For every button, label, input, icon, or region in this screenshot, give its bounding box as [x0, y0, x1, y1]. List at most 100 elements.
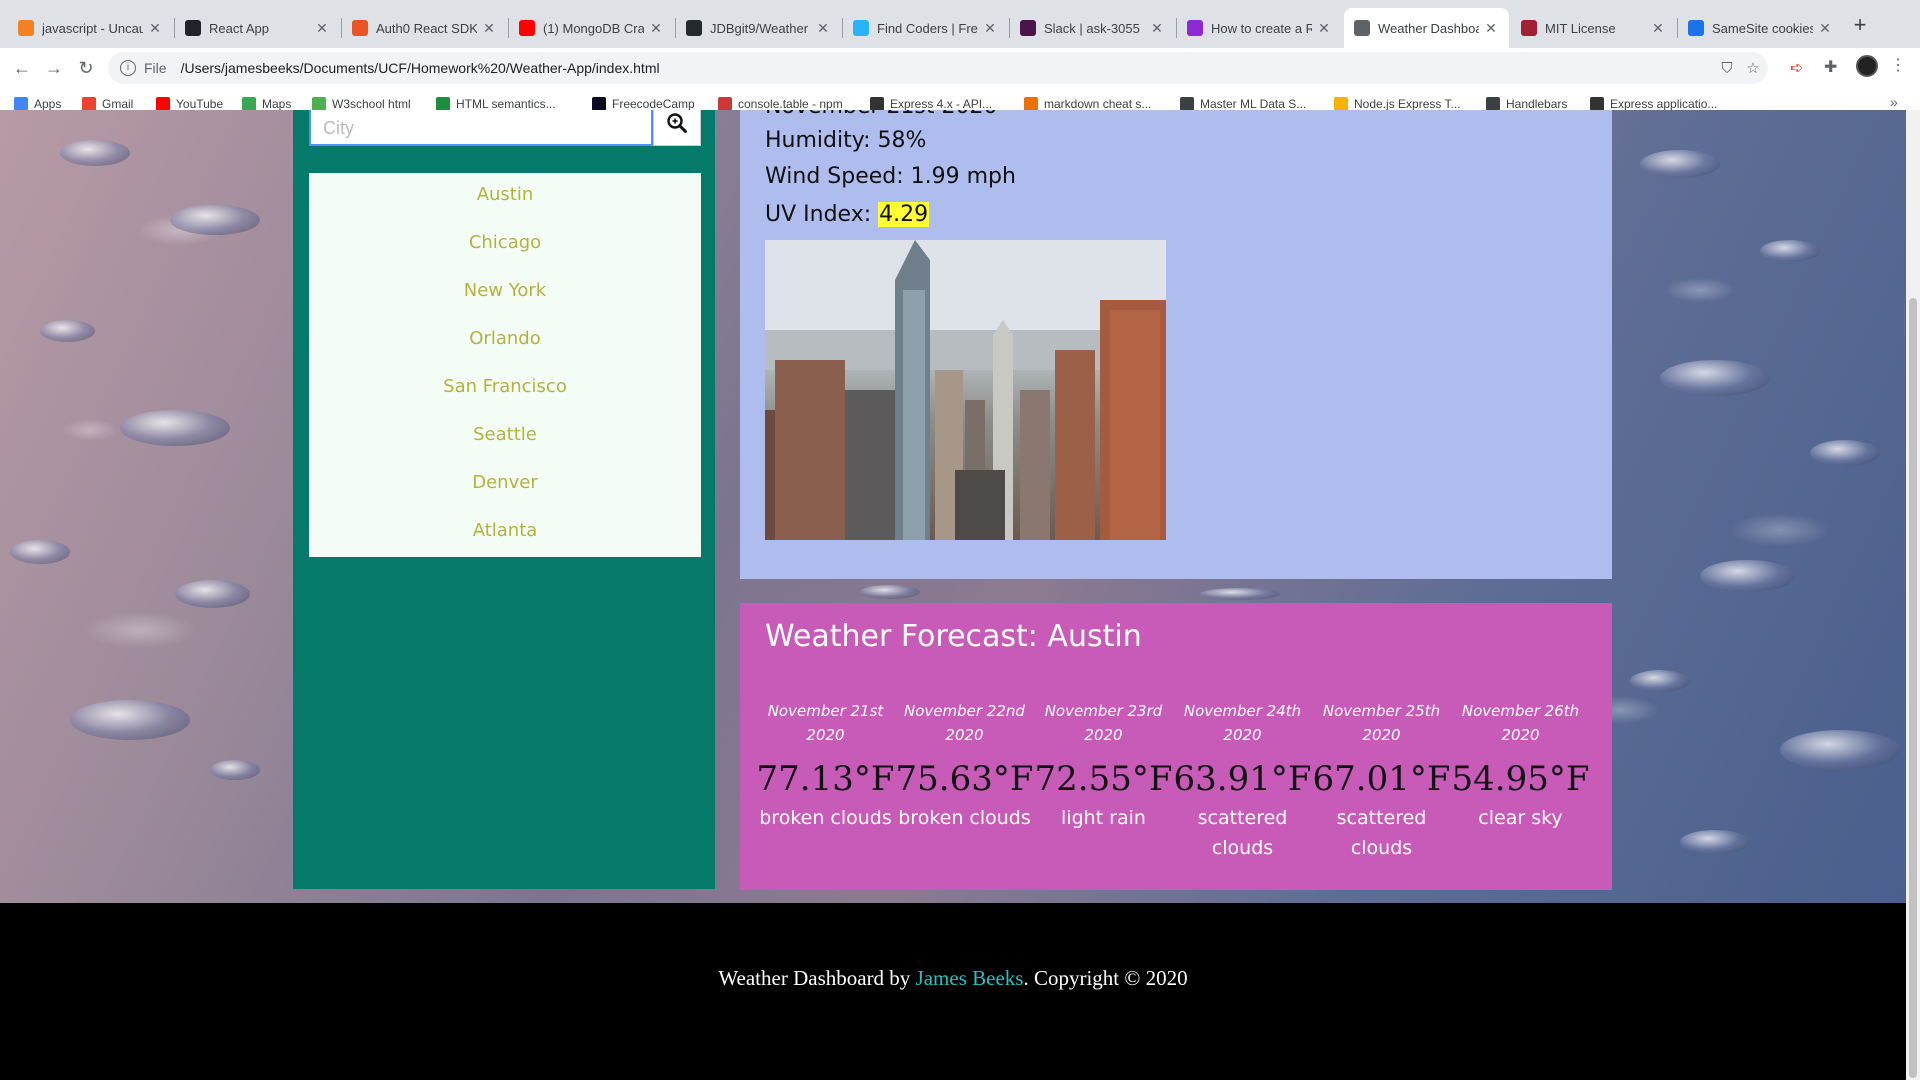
forward-icon[interactable]: → [42, 56, 66, 80]
npm-icon [718, 97, 732, 111]
close-tab-icon[interactable]: ✕ [314, 20, 330, 37]
youtube-icon [519, 20, 535, 36]
close-tab-icon[interactable]: ✕ [1483, 20, 1499, 37]
forecast-day-card: November 26th 2020 54.95°F clear sky [1451, 699, 1590, 833]
more-bookmarks-icon[interactable]: » [1890, 94, 1898, 110]
markdown-icon [1024, 97, 1038, 111]
city-item-seattle[interactable]: Seattle [309, 424, 701, 445]
browser-tab[interactable]: Find Coders | Free ✕ [843, 8, 1008, 48]
shield-icon[interactable]: ⛉ [1718, 60, 1736, 78]
html-icon [436, 97, 450, 111]
forecast-date: November 23rd 2020 [1044, 702, 1163, 744]
reload-icon[interactable]: ↻ [74, 56, 98, 80]
close-tab-icon[interactable]: ✕ [648, 20, 664, 37]
tab-title: JDBgit9/Weather [710, 20, 809, 36]
react-icon [185, 20, 201, 36]
bookmark-star-icon[interactable]: ☆ [1744, 60, 1762, 78]
freecodecamp-icon [592, 97, 606, 111]
city-skyline-photo [765, 240, 1166, 540]
forecast-temperature: 72.55°F [1034, 759, 1173, 799]
city-search-input[interactable] [309, 110, 653, 146]
close-tab-icon[interactable]: ✕ [1149, 20, 1165, 37]
browser-tab-strip: javascript - Uncau ✕ React App ✕ Auth0 React… [0, 0, 1920, 48]
forecast-day-card: November 22nd 2020 75.63°F broken clouds [895, 699, 1034, 833]
forecast-day-card: November 24th 2020 63.91°F scattered clo… [1173, 699, 1312, 863]
close-tab-icon[interactable]: ✕ [1316, 20, 1332, 37]
close-tab-icon[interactable]: ✕ [1650, 20, 1666, 37]
site-info-icon[interactable]: i [120, 60, 136, 76]
gmail-icon [82, 97, 96, 111]
bookmark-icon [1334, 97, 1348, 111]
bookmark-label: Express applicatio... [1610, 97, 1718, 111]
current-date: November 21st 2020 [765, 110, 998, 119]
browser-tab[interactable]: (1) MongoDB Cras ✕ [509, 8, 674, 48]
city-item-denver[interactable]: Denver [309, 472, 701, 493]
close-tab-icon[interactable]: ✕ [1817, 20, 1833, 37]
forecast-date: November 21st 2020 [767, 702, 884, 744]
extensions-puzzle-icon[interactable]: ✚ [1824, 57, 1837, 77]
forecast-day-card: November 23rd 2020 72.55°F light rain [1034, 699, 1173, 833]
tab-title: Slack | ask-3055 [1044, 20, 1140, 36]
pt-icon [1187, 20, 1203, 36]
slack-icon [1020, 20, 1036, 36]
tab-title: Find Coders | Free [877, 20, 978, 36]
browser-tab[interactable]: SameSite cookies ✕ [1678, 8, 1843, 48]
close-tab-icon[interactable]: ✕ [982, 20, 998, 37]
close-tab-icon[interactable]: ✕ [147, 20, 163, 37]
bookmark-label: FreecodeCamp [612, 97, 695, 111]
new-tab-button[interactable]: + [1846, 12, 1874, 40]
forecast-panel: Weather Forecast: Austin November 21st 2… [740, 603, 1612, 890]
city-item-atlanta[interactable]: Atlanta [309, 520, 701, 541]
forecast-temperature: 77.13°F [756, 759, 895, 799]
express-icon [870, 97, 884, 111]
browser-tab[interactable]: MIT License ✕ [1511, 8, 1676, 48]
city-item-chicago[interactable]: Chicago [309, 232, 701, 253]
address-bar[interactable]: i File /Users/jamesbeeks/Documents/UCF/H… [108, 52, 1768, 84]
tab-title: SameSite cookies [1712, 20, 1813, 36]
handlebars-icon [1486, 97, 1500, 111]
browser-tab[interactable]: Weather Dashboa ✕ [1344, 8, 1509, 48]
close-tab-icon[interactable]: ✕ [815, 20, 831, 37]
tab-title: Weather Dashboa [1378, 20, 1479, 36]
browser-tab[interactable]: React App ✕ [175, 8, 340, 48]
browser-menu-icon[interactable]: ⋮ [1890, 55, 1906, 75]
url-text: /Users/jamesbeeks/Documents/UCF/Homework… [180, 60, 660, 76]
back-icon[interactable]: ← [10, 56, 34, 80]
forecast-description: broken clouds [759, 807, 892, 829]
bookmark-label: markdown cheat s... [1044, 97, 1152, 111]
tab-title: (1) MongoDB Cras [543, 20, 644, 36]
youtube-icon [156, 97, 170, 111]
browser-tab[interactable]: Slack | ask-3055 ✕ [1010, 8, 1175, 48]
scrollbar-thumb[interactable] [1909, 298, 1917, 1078]
browser-tab[interactable]: javascript - Uncau ✕ [8, 8, 173, 48]
forecast-description: clear sky [1478, 807, 1563, 829]
bookmark-label: Gmail [102, 97, 134, 111]
apps-grid-icon [14, 97, 28, 111]
stackoverflow-icon [18, 20, 34, 36]
bookmark-label: Maps [262, 97, 292, 111]
bookmark-label: console.table - npm [738, 97, 843, 111]
close-tab-icon[interactable]: ✕ [481, 20, 497, 37]
search-button[interactable] [653, 110, 701, 146]
extension-icon[interactable]: ➪ [1790, 58, 1803, 78]
profile-avatar[interactable] [1856, 55, 1878, 77]
city-item-austin[interactable]: Austin [309, 184, 701, 205]
browser-tab[interactable]: How to create a R ✕ [1177, 8, 1342, 48]
page-scrollbar[interactable] [1906, 110, 1920, 1080]
browser-tab[interactable]: Auth0 React SDK ✕ [342, 8, 507, 48]
bookmark-label: Handlebars [1506, 97, 1568, 111]
author-link[interactable]: James Beeks [916, 966, 1024, 990]
browser-tab[interactable]: JDBgit9/Weather ✕ [676, 8, 841, 48]
terminal-icon [1688, 20, 1704, 36]
forecast-temperature: 54.95°F [1451, 759, 1590, 799]
bookmark-label: Express 4.x - API... [890, 97, 993, 111]
uv-index-value: 4.29 [878, 202, 930, 227]
forecast-description: broken clouds [898, 807, 1031, 829]
city-search-row [309, 110, 701, 146]
tab-title: Auth0 React SDK [376, 20, 477, 36]
city-item-orlando[interactable]: Orlando [309, 328, 701, 349]
bookmark-label: Master ML Data S... [1200, 97, 1307, 111]
city-item-san-francisco[interactable]: San Francisco [309, 376, 701, 397]
forecast-date: November 25th 2020 [1322, 702, 1441, 744]
city-item-new-york[interactable]: New York [309, 280, 701, 301]
